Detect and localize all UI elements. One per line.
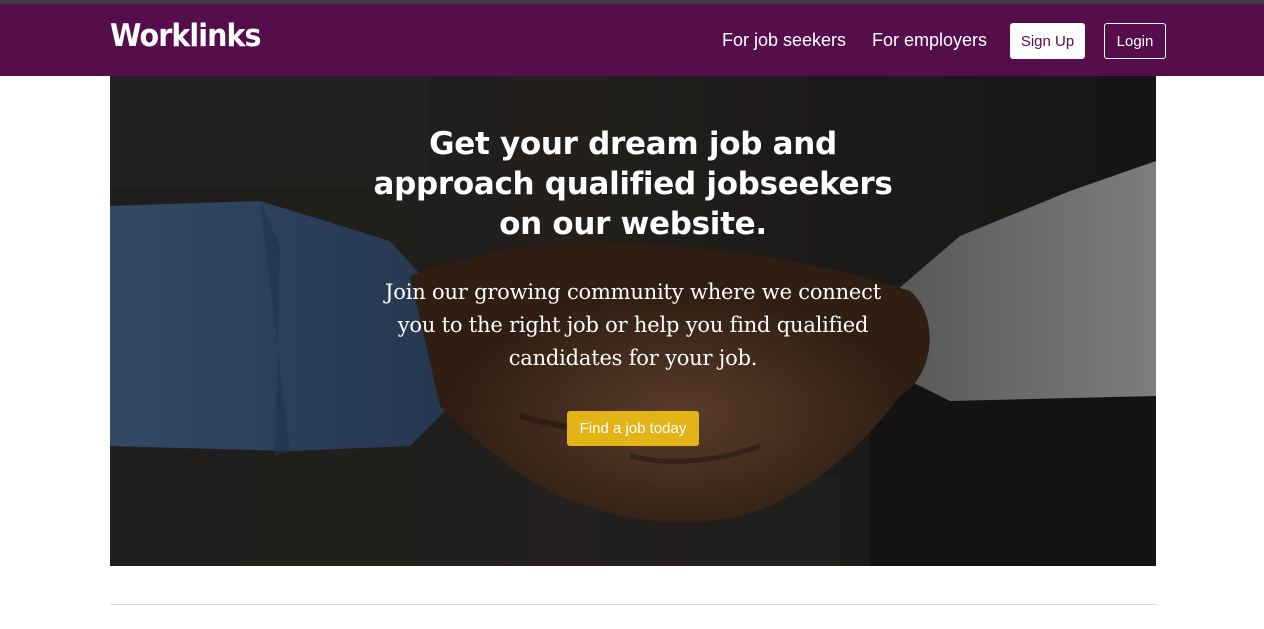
hero-subtitle-line-1: Join our growing community where we conn… <box>385 280 881 304</box>
top-navbar: Worklinks For job seekers For employers … <box>0 4 1264 76</box>
hero-headline-line-3: on our website. <box>499 206 767 242</box>
login-button[interactable]: Login <box>1104 23 1166 59</box>
sign-up-button[interactable]: Sign Up <box>1010 23 1085 59</box>
hero-subtitle-line-2: you to the right job or help you find qu… <box>397 313 869 337</box>
hero-subtitle: Join our growing community where we conn… <box>358 276 908 375</box>
worklinks-logo[interactable]: Worklinks <box>110 18 262 54</box>
nav-link-for-job-seekers[interactable]: For job seekers <box>722 30 846 51</box>
hero-subtitle-line-3: candidates for your job. <box>508 346 758 370</box>
hero-banner: Get your dream job and approach qualifie… <box>110 76 1156 566</box>
hero-headline-line-2: approach qualified jobseekers <box>373 166 893 202</box>
hero-headline-line-1: Get your dream job and <box>429 126 837 162</box>
nav-link-for-employers[interactable]: For employers <box>872 30 987 51</box>
section-divider <box>110 604 1156 605</box>
find-a-job-button[interactable]: Find a job today <box>567 411 699 446</box>
hero-headline: Get your dream job and approach qualifie… <box>333 124 933 244</box>
